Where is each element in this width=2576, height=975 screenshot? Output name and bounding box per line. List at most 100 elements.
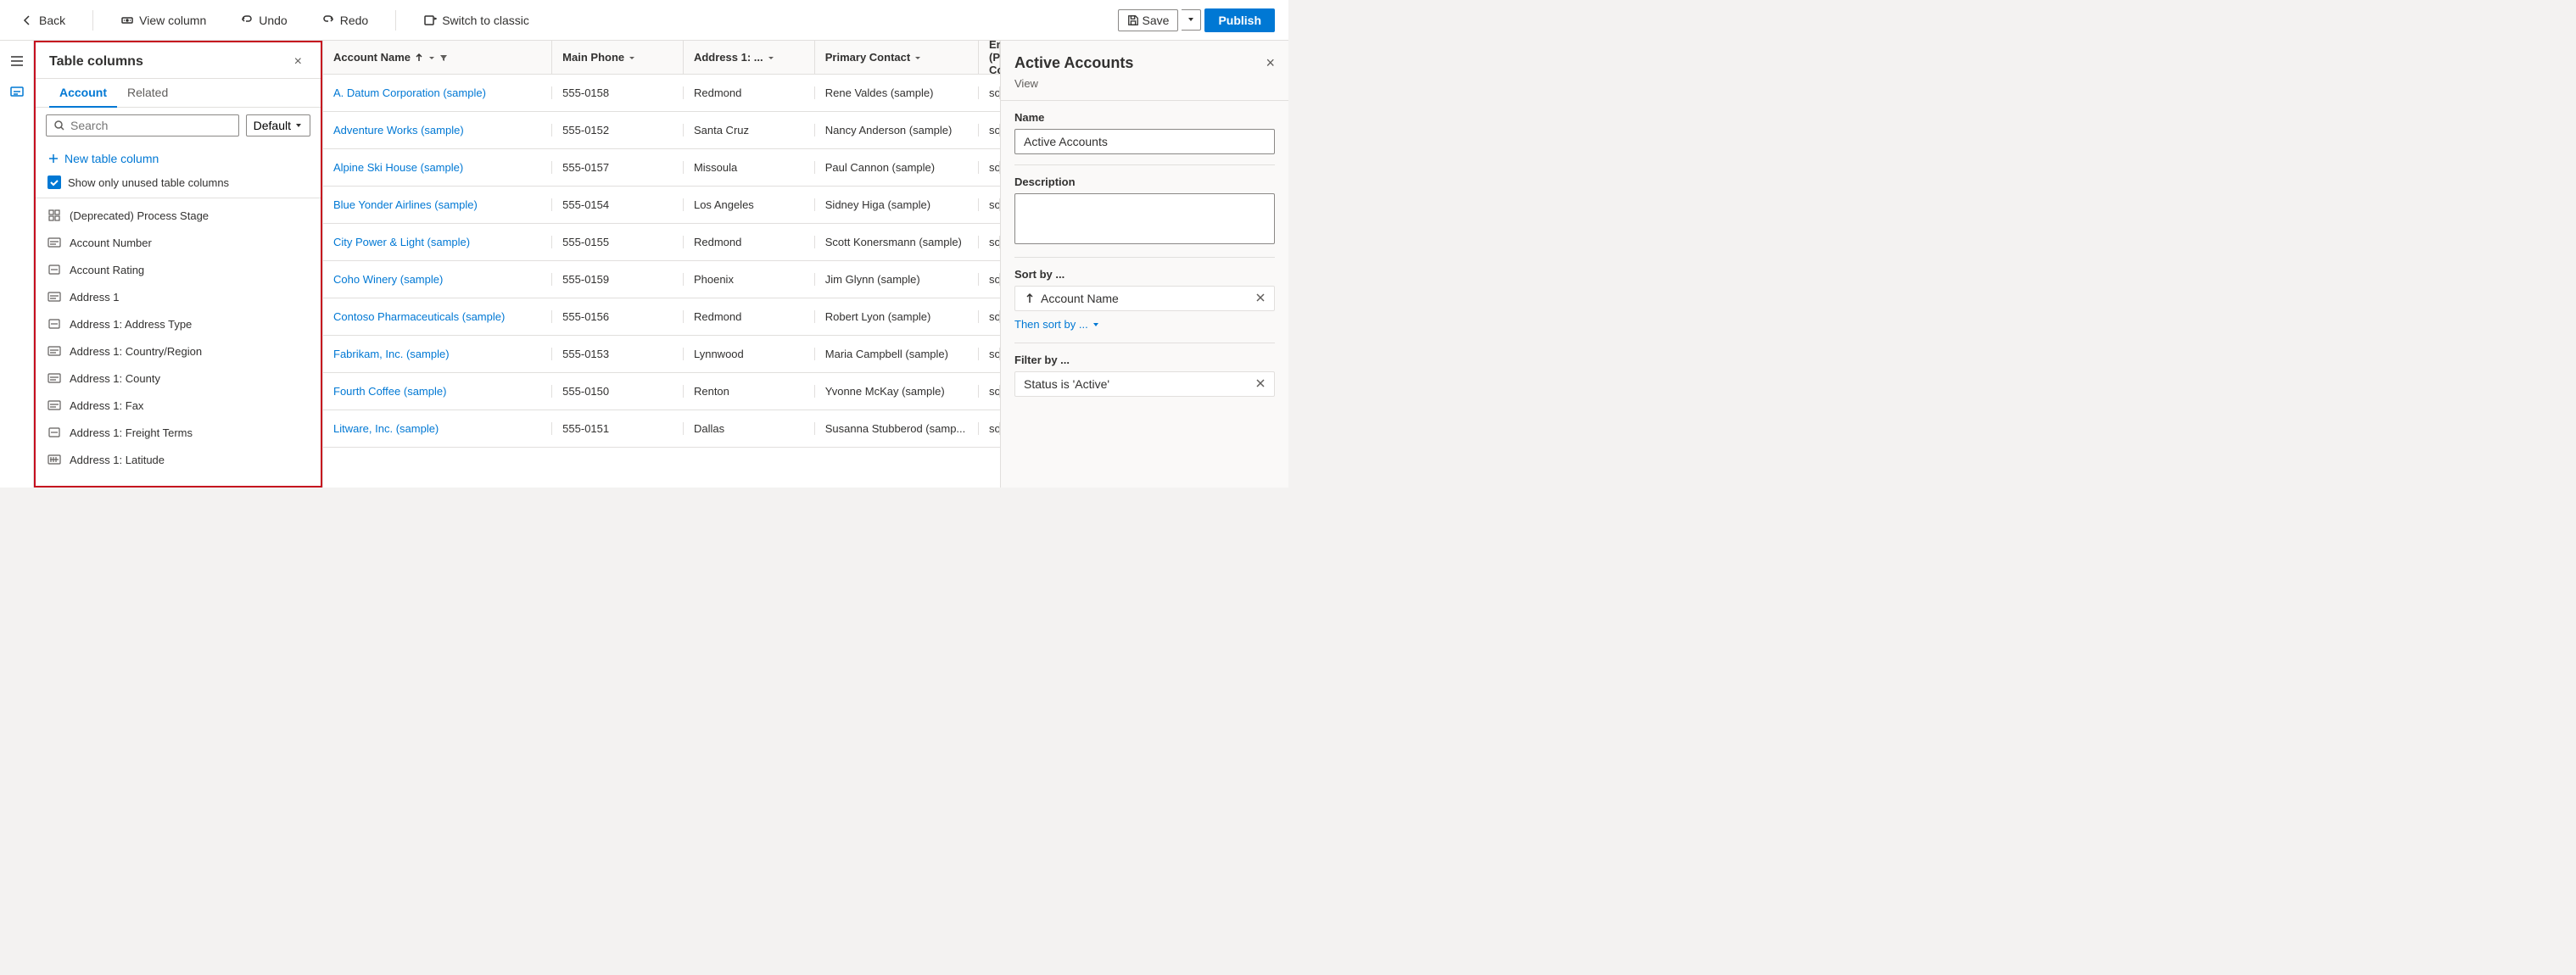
main-layout: Table columns × Account Related Default — [0, 41, 1288, 488]
table-row[interactable]: Litware, Inc. (sample) 555-0151 Dallas S… — [323, 410, 1000, 448]
table-row[interactable]: Contoso Pharmaceuticals (sample) 555-015… — [323, 298, 1000, 336]
abc-icon-5 — [46, 397, 63, 414]
save-button[interactable]: Save — [1118, 9, 1179, 31]
list-item[interactable]: Address 1 — [36, 283, 321, 310]
panel-search-row: Default — [36, 108, 321, 143]
back-button[interactable]: Back — [14, 10, 72, 31]
undo-button[interactable]: Undo — [233, 10, 293, 31]
cell-phone: 555-0156 — [552, 310, 684, 323]
cell-email: someone_e@example.com — [979, 198, 1000, 211]
default-dropdown[interactable]: Default — [246, 114, 310, 136]
description-input[interactable] — [1014, 193, 1275, 244]
description-section: Description — [1001, 165, 1288, 257]
right-panel-subtitle: View — [1001, 75, 1288, 101]
cell-email: someone_c@example.com — [979, 124, 1000, 136]
list-item[interactable]: Address 1: Latitude — [36, 446, 321, 473]
plus-icon — [47, 153, 59, 164]
publish-button[interactable]: Publish — [1204, 8, 1275, 32]
tab-account[interactable]: Account — [49, 79, 117, 108]
unused-checkbox[interactable] — [47, 176, 61, 189]
col-header-email[interactable]: Email (Primary Co... — [979, 41, 1000, 74]
name-input[interactable] — [1014, 129, 1275, 154]
dash-icon — [46, 261, 63, 278]
right-panel-close-button[interactable]: × — [1266, 54, 1275, 72]
right-panel: Active Accounts × View Name Description … — [1000, 41, 1288, 488]
cell-account[interactable]: Blue Yonder Airlines (sample) — [323, 198, 552, 211]
col-header-address[interactable]: Address 1: ... — [684, 41, 815, 74]
cell-account[interactable]: Fourth Coffee (sample) — [323, 385, 552, 398]
table-row[interactable]: City Power & Light (sample) 555-0155 Red… — [323, 224, 1000, 261]
cell-email: someone_h@example.com — [979, 161, 1000, 174]
panel-tabs: Account Related — [36, 79, 321, 108]
save-label: Save — [1143, 14, 1170, 27]
sort-label: Sort by ... — [1014, 268, 1275, 281]
unused-checkbox-row[interactable]: Show only unused table columns — [46, 172, 310, 192]
toolbar-right: Save Publish — [1118, 8, 1275, 32]
table-row[interactable]: Fabrikam, Inc. (sample) 555-0153 Lynnwoo… — [323, 336, 1000, 373]
cell-address: Renton — [684, 385, 815, 398]
list-item[interactable]: Address 1: Country/Region — [36, 337, 321, 365]
cell-email: someone_i@example.com — [979, 86, 1000, 99]
new-column-button[interactable]: New table column — [46, 148, 310, 169]
separator-2 — [395, 10, 396, 31]
cell-address: Redmond — [684, 86, 815, 99]
col-header-contact[interactable]: Primary Contact — [815, 41, 979, 74]
list-item[interactable]: Address 1: Address Type — [36, 310, 321, 337]
table-row[interactable]: Alpine Ski House (sample) 555-0157 Misso… — [323, 149, 1000, 187]
sort-clear-button[interactable] — [1255, 292, 1266, 305]
view-column-button[interactable]: View column — [114, 10, 213, 31]
filter-icon-4 — [914, 53, 922, 62]
table-row[interactable]: Blue Yonder Airlines (sample) 555-0154 L… — [323, 187, 1000, 224]
filter-clear-button[interactable] — [1255, 378, 1266, 391]
table-row[interactable]: A. Datum Corporation (sample) 555-0158 R… — [323, 75, 1000, 112]
sort-value: Account Name — [1041, 292, 1119, 305]
list-item[interactable]: Account Rating — [36, 256, 321, 283]
table-row[interactable]: Fourth Coffee (sample) 555-0150 Renton Y… — [323, 373, 1000, 410]
columns-panel: Table columns × Account Related Default — [34, 41, 322, 488]
sort-toggle-icon — [427, 53, 436, 62]
list-item[interactable]: (Deprecated) Process Stage — [36, 202, 321, 229]
dash-icon-3 — [46, 424, 63, 441]
col-header-account[interactable]: Account Name — [323, 41, 552, 74]
name-section: Name — [1001, 101, 1288, 164]
switch-classic-button[interactable]: Switch to classic — [416, 10, 536, 31]
list-item[interactable]: Account Number — [36, 229, 321, 256]
cell-account[interactable]: City Power & Light (sample) — [323, 236, 552, 248]
sort-item: Account Name — [1014, 286, 1275, 311]
filter-section: Filter by ... Status is 'Active' — [1001, 343, 1288, 407]
sort-section: Sort by ... Account Name Then sort by ..… — [1001, 258, 1288, 343]
tab-related[interactable]: Related — [117, 79, 178, 108]
list-item[interactable]: Address 1: Fax — [36, 392, 321, 419]
cell-account[interactable]: Litware, Inc. (sample) — [323, 422, 552, 435]
table-row[interactable]: Coho Winery (sample) 555-0159 Phoenix Ji… — [323, 261, 1000, 298]
cell-account[interactable]: Fabrikam, Inc. (sample) — [323, 348, 552, 360]
cell-account[interactable]: Contoso Pharmaceuticals (sample) — [323, 310, 552, 323]
cell-email: someone_a@example.com — [979, 385, 1000, 398]
cell-account[interactable]: Alpine Ski House (sample) — [323, 161, 552, 174]
cell-contact: Susanna Stubberod (samp... — [815, 422, 979, 435]
filter-icon — [439, 53, 448, 62]
table-row[interactable]: Adventure Works (sample) 555-0152 Santa … — [323, 112, 1000, 149]
list-item[interactable]: Address 1: County — [36, 365, 321, 392]
undo-label: Undo — [259, 14, 287, 27]
checkmark-icon — [49, 177, 59, 187]
search-input[interactable] — [70, 119, 232, 132]
abc-icon-button[interactable] — [3, 78, 31, 105]
cell-email: someone_f@example.com — [979, 236, 1000, 248]
redo-button[interactable]: Redo — [315, 10, 375, 31]
cell-account[interactable]: A. Datum Corporation (sample) — [323, 86, 552, 99]
panel-close-button[interactable]: × — [289, 53, 307, 71]
save-dropdown-button[interactable] — [1182, 9, 1201, 31]
cell-address: Redmond — [684, 236, 815, 248]
cell-account[interactable]: Adventure Works (sample) — [323, 124, 552, 136]
dash-icon-2 — [46, 315, 63, 332]
grid-rows: A. Datum Corporation (sample) 555-0158 R… — [323, 75, 1000, 448]
cell-contact: Robert Lyon (sample) — [815, 310, 979, 323]
then-sort-button[interactable]: Then sort by ... — [1014, 316, 1100, 332]
grid-icon — [46, 207, 63, 224]
cell-email: someone_j@example.com — [979, 273, 1000, 286]
col-header-phone[interactable]: Main Phone — [552, 41, 684, 74]
list-item[interactable]: Address 1: Freight Terms — [36, 419, 321, 446]
menu-icon-button[interactable] — [3, 47, 31, 75]
cell-account[interactable]: Coho Winery (sample) — [323, 273, 552, 286]
